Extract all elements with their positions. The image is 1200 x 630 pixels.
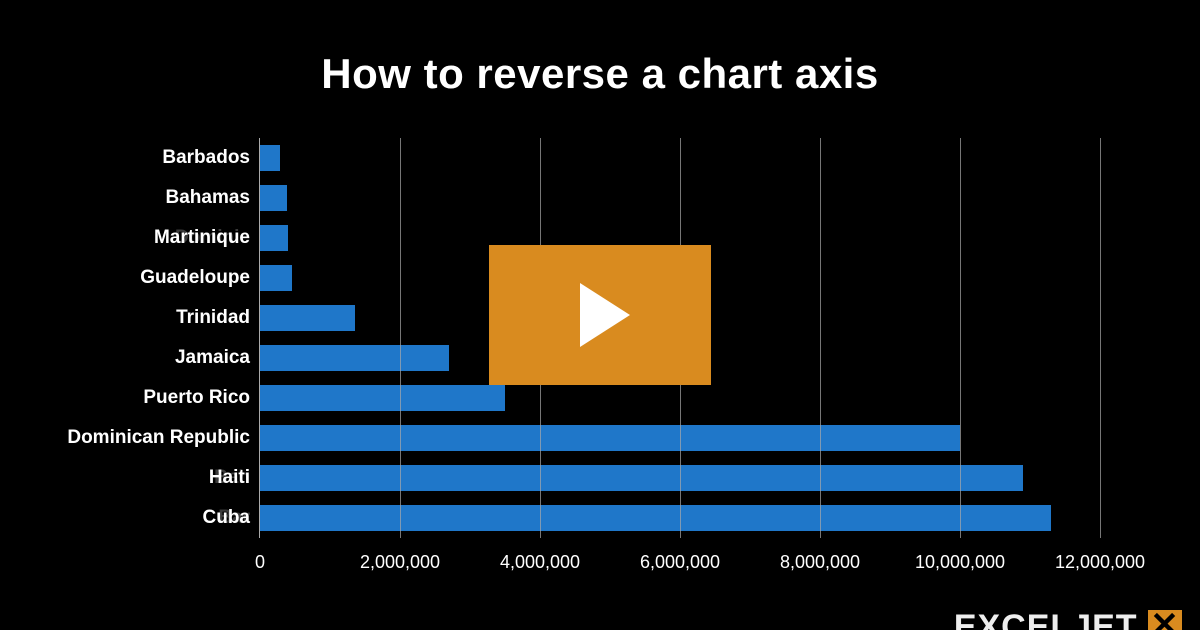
brand-watermark: EXCELJET ✕ (954, 610, 1182, 630)
bar (260, 385, 505, 411)
chart-title: How to reverse a chart axis (0, 0, 1200, 128)
bar (260, 225, 288, 251)
bar (260, 465, 1023, 491)
x-axis-ticks: 02,000,0004,000,0006,000,0008,000,00010,… (260, 548, 1100, 578)
x-tick-label: 8,000,000 (780, 552, 860, 573)
category-label: Guadeloupe (0, 265, 260, 291)
x-tick-label: 2,000,000 (360, 552, 440, 573)
play-button[interactable] (489, 245, 711, 385)
bar (260, 305, 355, 331)
bar (260, 345, 449, 371)
category-label: Barbados (0, 145, 260, 171)
video-thumbnail: How to reverse a chart axis Barbados Baha… (0, 0, 1200, 630)
x-tick-label: 0 (255, 552, 265, 573)
x-tick-label: 4,000,000 (500, 552, 580, 573)
x-tick-label: 6,000,000 (640, 552, 720, 573)
bar (260, 505, 1051, 531)
brand-accent-icon: ✕ (1148, 610, 1182, 630)
category-label: Trinidad (0, 305, 260, 331)
x-tick-label: 10,000,000 (915, 552, 1005, 573)
bar (260, 425, 960, 451)
category-label: Cuba (0, 505, 260, 531)
gridline (400, 138, 401, 538)
category-label: Martinique (0, 225, 260, 251)
category-label: Jamaica (0, 345, 260, 371)
brand-text: EXCELJET (954, 610, 1138, 630)
play-icon (580, 283, 630, 347)
category-label: Haiti (0, 465, 260, 491)
gridline (1100, 138, 1101, 538)
bar (260, 185, 287, 211)
gridline (960, 138, 961, 538)
gridline (820, 138, 821, 538)
bar (260, 145, 280, 171)
bar (260, 265, 292, 291)
category-label: Bahamas (0, 185, 260, 211)
category-label: Dominican Republic (0, 425, 260, 451)
category-label: Puerto Rico (0, 385, 260, 411)
x-tick-label: 12,000,000 (1055, 552, 1145, 573)
